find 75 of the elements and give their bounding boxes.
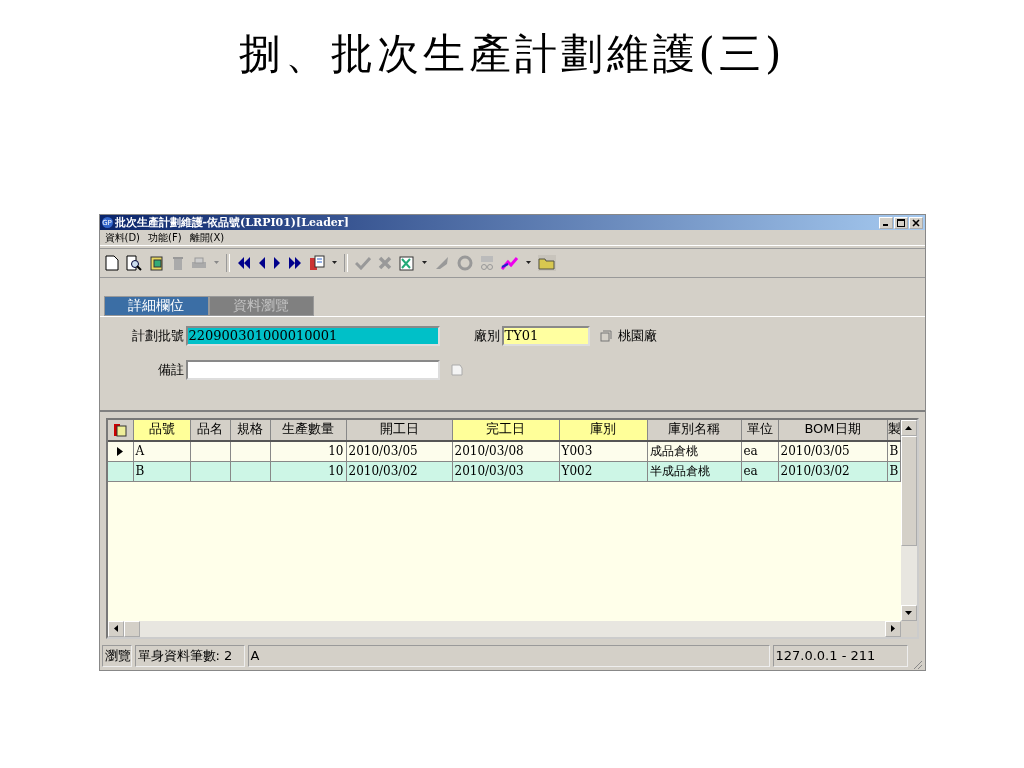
scroll-thumb[interactable] <box>900 435 917 546</box>
tab[interactable]: 詳細欄位 <box>103 295 209 316</box>
column-header[interactable]: 庫別名稱 <box>647 419 742 440</box>
slide-title: 捌、批次生產計劃維護(三) <box>238 28 786 80</box>
table-cell: 2010/03/03 <box>452 461 560 481</box>
table-cell: B <box>887 441 901 461</box>
spreadsheet-icon[interactable] <box>398 254 415 271</box>
new-document-icon[interactable] <box>104 254 119 271</box>
table-cell: ea <box>741 461 779 481</box>
caret-icon[interactable] <box>331 261 337 265</box>
table-cell: ea <box>741 441 779 461</box>
table-cell: 10 <box>270 461 347 481</box>
grid-settings-icon[interactable] <box>113 422 127 437</box>
factory-name: 桃園廠 <box>617 326 658 345</box>
scroll-down-icon[interactable] <box>905 610 912 615</box>
column-header[interactable]: 品名 <box>190 419 231 440</box>
table-cell: Y002 <box>559 461 648 481</box>
minimize-icon <box>883 224 888 226</box>
table-cell: 10 <box>270 441 347 461</box>
previous-record-icon[interactable] <box>257 255 266 270</box>
column-header[interactable]: 規格 <box>230 419 271 440</box>
column-header[interactable]: 製 <box>887 419 901 440</box>
vertical-scrollbar[interactable] <box>900 419 917 637</box>
form-view-icon[interactable] <box>308 254 325 271</box>
table-cell: Y003 <box>559 441 648 461</box>
column-header[interactable]: 完工日 <box>452 419 560 440</box>
table-cell: 半成品倉桃 <box>647 461 742 481</box>
scroll-up-icon[interactable] <box>905 425 912 430</box>
status-panel: A <box>247 645 770 668</box>
column-header[interactable]: 庫別 <box>559 419 648 440</box>
column-header[interactable]: 生產數量 <box>270 419 347 440</box>
field-label: 備註 <box>156 360 185 379</box>
maximize-icon <box>896 218 905 227</box>
window-title: 批次生產計劃維護-依品號(LRPI01)[Leader] <box>114 215 350 230</box>
column-header[interactable]: 開工日 <box>346 419 453 440</box>
caret-icon[interactable] <box>525 261 531 265</box>
menu-item[interactable]: 資料(D) <box>104 230 140 245</box>
scroll-left-icon[interactable] <box>113 625 118 633</box>
field-label: 廠別 <box>473 326 501 345</box>
next-record-icon[interactable] <box>272 255 281 270</box>
table-cell: 2010/03/02 <box>778 461 888 481</box>
caret-icon[interactable] <box>421 261 427 265</box>
close-icon <box>911 218 920 227</box>
status-panel: 單身資料筆數: 2 <box>134 645 245 668</box>
copy-document-icon[interactable] <box>148 254 165 271</box>
checkmark-icon[interactable] <box>354 255 371 270</box>
column-header[interactable]: 單位 <box>741 419 779 440</box>
input-field[interactable]: TY01 <box>501 325 590 346</box>
table-cell: 2010/03/05 <box>346 441 453 461</box>
table-cell: B <box>887 461 901 481</box>
input-field[interactable] <box>185 359 440 380</box>
status-panel: 瀏覽 <box>101 645 132 668</box>
table-cell: 2010/03/05 <box>778 441 888 461</box>
folder-icon[interactable] <box>537 254 556 271</box>
column-header[interactable]: BOM日期 <box>778 419 888 440</box>
status-panel: 127.0.0.1 - 211 <box>772 645 908 668</box>
maximize-button[interactable] <box>893 216 908 229</box>
chart-arrow-icon[interactable] <box>500 255 519 270</box>
field-label: 計劃批號 <box>130 326 185 345</box>
table-cell: 2010/03/02 <box>346 461 453 481</box>
horizontal-scrollbar[interactable] <box>107 620 901 637</box>
input-field[interactable]: 220900301000010001 <box>185 325 440 346</box>
menu-item[interactable]: 功能(F) <box>148 230 182 245</box>
close-button[interactable] <box>908 216 923 229</box>
column-header[interactable]: 品號 <box>133 419 191 440</box>
table-cell: 成品倉桃 <box>647 441 742 461</box>
minimize-button[interactable] <box>878 216 893 229</box>
preview-icon[interactable] <box>125 254 142 271</box>
table-cell: A <box>133 441 191 461</box>
table-cell: B <box>133 461 191 481</box>
scroll-right-icon[interactable] <box>890 625 895 633</box>
table-cell: 2010/03/08 <box>452 441 560 461</box>
first-record-icon[interactable] <box>236 255 251 270</box>
last-record-icon[interactable] <box>287 255 302 270</box>
menu-item[interactable]: 離開(X) <box>189 230 225 245</box>
